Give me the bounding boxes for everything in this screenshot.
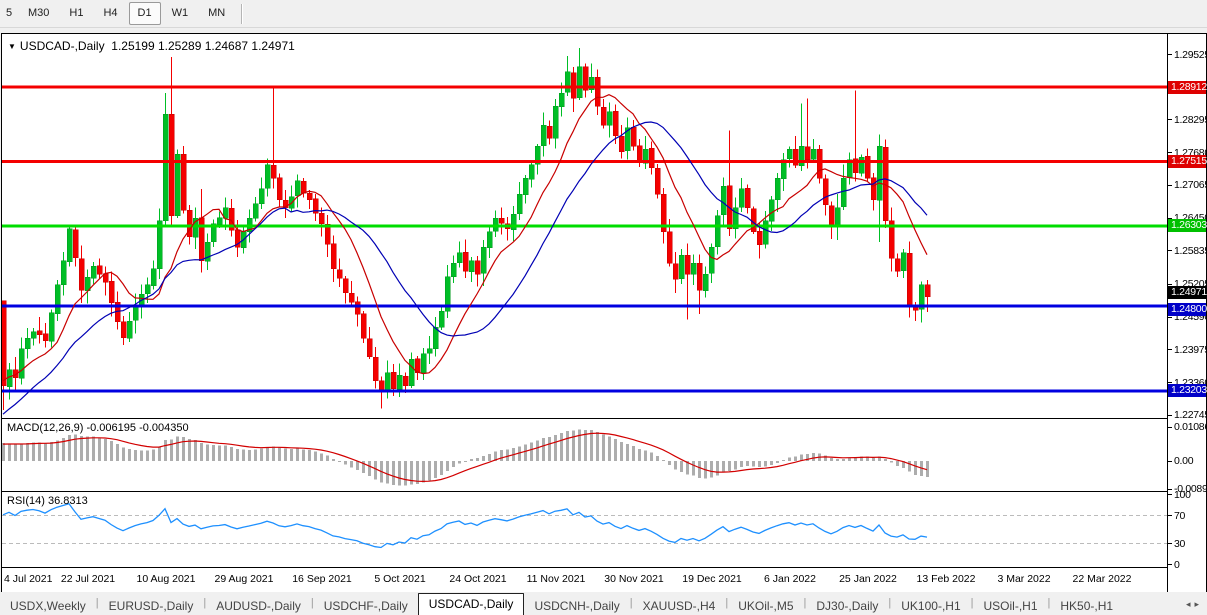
date-label: 22 Jul 2021	[60, 573, 116, 585]
rsi-axis-tick: 100	[1168, 489, 1191, 501]
chart-tab-ukoil[interactable]: UKOil-,M5	[728, 597, 803, 615]
tick-mark	[1168, 119, 1172, 121]
tick-mark	[1168, 426, 1172, 428]
timeframe-button-h4[interactable]: H4	[94, 2, 126, 25]
price-tick: 1.27065	[1168, 179, 1207, 191]
date-label: 6 Jan 2022	[764, 573, 816, 585]
tab-scroll-arrows: ◂▸	[1186, 599, 1203, 610]
date-label: 5 Oct 2021	[374, 573, 426, 585]
date-label: 22 Mar 2022	[1072, 573, 1132, 585]
tick-mark	[1168, 54, 1172, 55]
tick-mark	[1168, 283, 1172, 285]
tick-mark	[1168, 152, 1172, 154]
chart-tab-usoil[interactable]: USOil-,H1	[974, 597, 1048, 615]
date-label: 4 Jul 2021	[4, 573, 53, 585]
price-tick: 1.29525	[1168, 49, 1207, 61]
tick-mark	[1168, 543, 1172, 544]
tick-mark	[1168, 460, 1172, 462]
tick-mark	[1168, 494, 1172, 495]
price-tick: 1.28295	[1168, 114, 1207, 126]
chart-tab-xauusd[interactable]: XAUUSD-,H4	[633, 597, 726, 615]
macd-panel[interactable]: MACD(12,26,9) -0.006195 -0.004350	[2, 419, 1167, 492]
macd-axis-tick: 0.010869	[1168, 421, 1207, 433]
price-level-badge: 1.26303	[1168, 219, 1207, 233]
tick-mark	[1168, 316, 1172, 318]
tick-mark	[1168, 382, 1172, 384]
date-label: 19 Dec 2021	[682, 573, 742, 585]
macd-label: MACD(12,26,9) -0.006195 -0.004350	[7, 422, 189, 434]
timeframe-button-h1[interactable]: H1	[60, 2, 92, 25]
chart-tab-usdchf[interactable]: USDCHF-,Daily	[314, 597, 418, 615]
main-chart-panel[interactable]: ▼ USDCAD-,Daily 1.25199 1.25289 1.24687 1…	[2, 34, 1167, 419]
chart-tab-eurusd[interactable]: EURUSD-,Daily	[99, 597, 204, 615]
chart-tab-audusd[interactable]: AUDUSD-,Daily	[206, 597, 311, 615]
chart-ohlc-values: 1.25199 1.25289 1.24687 1.24971	[111, 39, 295, 53]
timeframe-button-m30[interactable]: M30	[19, 2, 58, 25]
mt4-chart-app: 5 M30 H1 H4 D1 W1 MN ▼ USDCAD-,Daily 1.25199 1.…	[0, 0, 1207, 615]
tick-mark	[1168, 414, 1172, 416]
tick-mark	[1168, 564, 1172, 565]
rsi-axis-tick: 70	[1168, 510, 1185, 522]
tab-scroll-right-icon[interactable]: ▸	[1194, 599, 1203, 609]
timeframe-button-d1[interactable]: D1	[128, 2, 161, 25]
date-label: 24 Oct 2021	[449, 573, 507, 585]
chart-window: ▼ USDCAD-,Daily 1.25199 1.25289 1.24687 1…	[1, 33, 1207, 593]
price-level-badge: 1.28912	[1168, 80, 1207, 94]
rsi-panel[interactable]: RSI(14) 36.8313	[2, 492, 1167, 568]
price-level-badge: 1.24800	[1168, 303, 1207, 317]
macd-axis-tick: 0.00	[1168, 455, 1194, 467]
tick-mark	[1168, 349, 1172, 351]
price-level-badge: 1.24971	[1168, 286, 1207, 300]
date-label: 13 Feb 2022	[916, 573, 976, 585]
collapse-caret-icon[interactable]: ▼	[8, 42, 16, 51]
chart-tab-uk100[interactable]: UK100-,H1	[891, 597, 970, 615]
date-label: 25 Jan 2022	[839, 573, 897, 585]
price-tick: 1.22745	[1168, 409, 1207, 421]
toolbar-separator	[241, 3, 244, 24]
chart-title: ▼ USDCAD-,Daily 1.25199 1.25289 1.24687 1…	[8, 39, 295, 53]
date-label: 11 Nov 2021	[526, 573, 586, 585]
rsi-label: RSI(14) 36.8313	[7, 495, 88, 507]
chart-tab-dj30[interactable]: DJ30-,Daily	[806, 597, 888, 615]
date-label: 30 Nov 2021	[604, 573, 664, 585]
price-level-badge: 1.23203	[1168, 384, 1207, 398]
chart-tabs: USDX,Weekly | EURUSD-,Daily | AUDUSD-,Daily |…	[0, 592, 1207, 615]
chart-symbol-label: USDCAD-,Daily	[19, 39, 105, 53]
price-axis[interactable]: 1.29525 1.28295 1.27680 1.27065 1.26450 1.258…	[1167, 34, 1207, 592]
timeframe-button-5[interactable]: 5	[1, 2, 17, 25]
tick-mark	[1168, 184, 1172, 186]
chart-tab-hk50[interactable]: HK50-,H1	[1050, 597, 1123, 615]
rsi-axis-tick: 0	[1168, 559, 1180, 571]
price-tick: 1.25835	[1168, 245, 1207, 257]
price-level-badge: 1.27515	[1168, 154, 1207, 168]
date-label: 16 Sep 2021	[292, 573, 352, 585]
tick-mark	[1168, 250, 1172, 252]
timeframe-button-w1[interactable]: W1	[163, 2, 198, 25]
date-label: 10 Aug 2021	[136, 573, 196, 585]
tick-mark	[1168, 515, 1172, 516]
date-label: 3 Mar 2022	[997, 573, 1051, 585]
timeframe-button-mn[interactable]: MN	[199, 2, 234, 25]
date-label: 29 Aug 2021	[214, 573, 274, 585]
time-axis[interactable]: 4 Jul 2021 22 Jul 2021 10 Aug 2021 29 Aug 2…	[2, 568, 1167, 590]
chart-tab-usdx[interactable]: USDX,Weekly	[0, 597, 96, 615]
chart-tab-usdcnh[interactable]: USDCNH-,Daily	[524, 597, 629, 615]
chart-tab-usdcad[interactable]: USDCAD-,Daily	[417, 593, 525, 615]
plot-column: ▼ USDCAD-,Daily 1.25199 1.25289 1.24687 1…	[2, 34, 1167, 592]
timeframe-toolbar: 5 M30 H1 H4 D1 W1 MN	[0, 0, 1207, 28]
price-tick: 1.23975	[1168, 344, 1207, 356]
rsi-axis-tick: 30	[1168, 538, 1185, 550]
